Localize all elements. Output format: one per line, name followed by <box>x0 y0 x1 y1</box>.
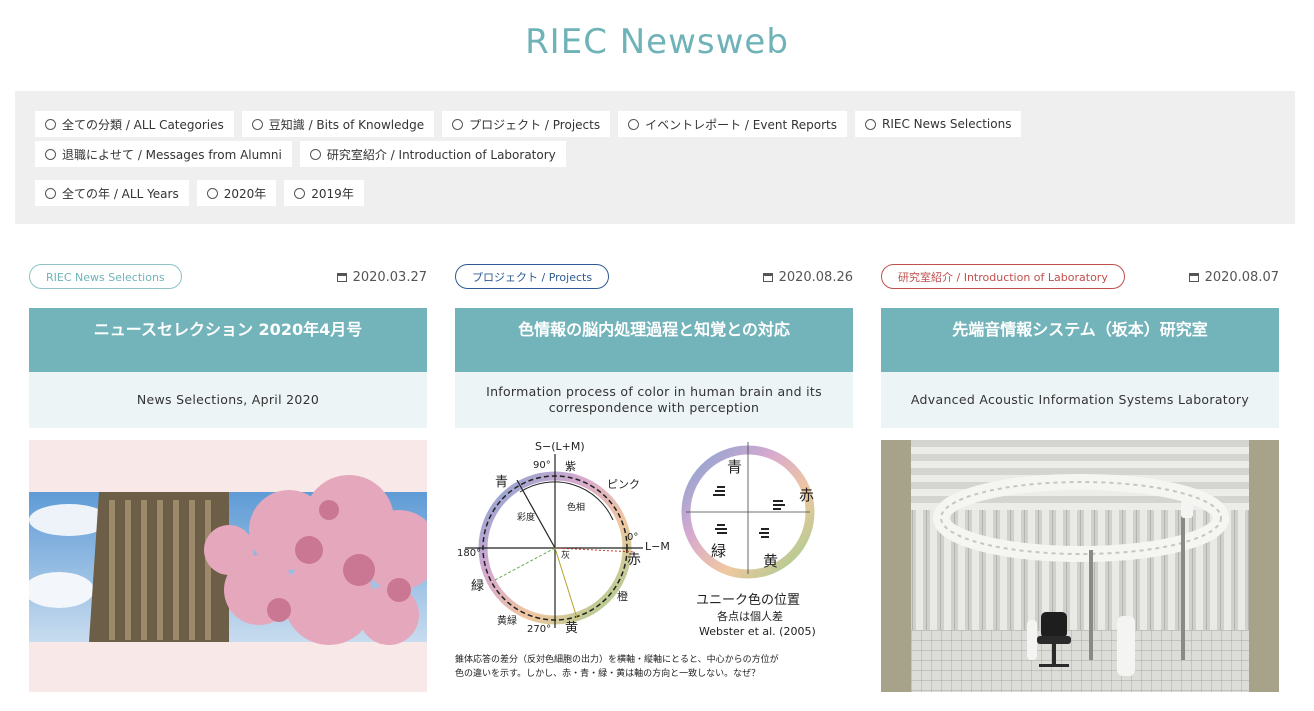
card-meta: プロジェクト / Projects 2020.08.26 <box>455 264 853 291</box>
card-title-ja[interactable]: 色情報の脳内処理過程と知覚との対応 <box>455 308 853 372</box>
post-date: 2020.08.26 <box>762 270 853 285</box>
unique-color-subtitle: 各点は個人差 <box>717 609 783 623</box>
card-title-ja[interactable]: ニュースセレクション 2020年4月号 <box>29 308 427 372</box>
angle-270-label: 270° <box>527 624 551 635</box>
blue-label: 青 <box>495 475 508 490</box>
unique-green-label: 緑 <box>711 542 726 560</box>
card-title-ja[interactable]: 先端音情報システム（坂本）研究室 <box>881 308 1279 372</box>
angle-180-label: 180° <box>457 548 481 559</box>
filter-riec-news-selections[interactable]: RIEC News Selections <box>855 111 1022 137</box>
yellow-label: 黄 <box>565 621 578 636</box>
cherry-blossom-building-photo <box>29 475 427 645</box>
radio-icon[interactable] <box>251 118 263 130</box>
gray-label: 灰 <box>561 549 570 561</box>
axis-top-label: S−(L+M) <box>535 440 585 453</box>
unique-color-title: ユニーク色の位置 <box>696 592 800 608</box>
radio-icon[interactable] <box>628 118 640 130</box>
category-tag[interactable]: プロジェクト / Projects <box>455 264 610 289</box>
card-thumbnail[interactable] <box>881 440 1279 692</box>
radio-icon[interactable] <box>206 187 218 199</box>
radio-icon[interactable] <box>294 187 306 199</box>
calendar-icon <box>762 273 773 282</box>
unique-red-label: 赤 <box>799 486 814 504</box>
radio-icon[interactable] <box>452 118 464 130</box>
radio-icon[interactable] <box>45 187 56 199</box>
site-title: RIEC Newsweb <box>525 22 789 62</box>
category-tag[interactable]: 研究室紹介 / Introduction of Laboratory <box>881 264 1125 289</box>
angle-90-label: 90° <box>533 460 551 471</box>
post-date: 2020.08.07 <box>1188 270 1279 285</box>
filter-introduction-of-laboratory[interactable]: 研究室紹介 / Introduction of Laboratory <box>299 141 566 167</box>
card-thumbnail[interactable]: S−(L+M) 90° 紫 ピンク 青 色相 彩度 0° L−M 赤 180° … <box>455 440 853 692</box>
unique-yellow-label: 黄 <box>763 552 778 570</box>
filter-all-years[interactable]: 全ての年 / ALL Years <box>35 180 189 206</box>
card-title-en[interactable]: Information process of color in human br… <box>455 372 853 428</box>
calendar-icon <box>1188 273 1199 282</box>
axis-right-label: L−M <box>645 540 670 553</box>
article-card[interactable]: プロジェクト / Projects 2020.08.26 色情報の脳内処理過程と… <box>455 264 853 694</box>
article-card[interactable]: 研究室紹介 / Introduction of Laboratory 2020.… <box>881 264 1279 694</box>
green-label: 緑 <box>471 579 484 594</box>
figure-caption-line-2: 色の違いを示す。しかし、赤・青・緑・黄は軸の方向と一致しない。なぜ？ <box>455 667 760 679</box>
filter-event-reports[interactable]: イベントレポート / Event Reports <box>618 111 847 137</box>
anechoic-chamber-photo <box>881 440 1279 692</box>
color-perception-diagram: S−(L+M) 90° 紫 ピンク 青 色相 彩度 0° L−M 赤 180° … <box>455 440 816 679</box>
filter-messages-from-alumni[interactable]: 退職によせて / Messages from Alumni <box>35 141 292 167</box>
radio-icon[interactable] <box>45 118 56 130</box>
radio-icon[interactable] <box>309 148 321 160</box>
card-title-en[interactable]: Advanced Acoustic Information Systems La… <box>881 372 1279 428</box>
yellow-green-label: 黄緑 <box>497 614 517 627</box>
category-filter-group: 全ての分類 / ALL Categories 豆知識 / Bits of Kno… <box>35 111 1285 167</box>
year-filter-group: 全ての年 / ALL Years 2020年 2019年 <box>35 180 372 206</box>
card-title-en[interactable]: News Selections, April 2020 <box>29 372 427 428</box>
card-meta: 研究室紹介 / Introduction of Laboratory 2020.… <box>881 264 1279 291</box>
article-card[interactable]: RIEC News Selections 2020.03.27 ニュースセレクシ… <box>29 264 427 694</box>
calendar-icon <box>336 273 347 282</box>
orange-label: 橙 <box>617 589 628 603</box>
citation: Webster et al. (2005) <box>699 625 816 638</box>
card-meta: RIEC News Selections 2020.03.27 <box>29 264 427 291</box>
pink-label: ピンク <box>607 478 640 491</box>
filter-projects[interactable]: プロジェクト / Projects <box>442 111 611 137</box>
category-tag[interactable]: RIEC News Selections <box>29 264 182 289</box>
filter-year-2020[interactable]: 2020年 <box>196 180 277 206</box>
hue-label: 色相 <box>567 501 585 513</box>
filter-all-categories[interactable]: 全ての分類 / ALL Categories <box>35 111 234 137</box>
figure-caption-line-1: 錐体応答の差分（反対色細胞の出力）を横軸・縦軸にとると、中心からの方位が <box>455 653 779 665</box>
card-thumbnail[interactable] <box>29 440 427 692</box>
saturation-label: 彩度 <box>517 511 535 523</box>
post-date: 2020.03.27 <box>336 270 427 285</box>
filter-bits-of-knowledge[interactable]: 豆知識 / Bits of Knowledge <box>241 111 435 137</box>
red-label: 赤 <box>627 552 641 568</box>
radio-icon[interactable] <box>865 118 876 130</box>
radio-icon[interactable] <box>45 148 56 160</box>
purple-label: 紫 <box>565 460 576 473</box>
angle-0-label: 0° <box>627 532 638 543</box>
unique-blue-label: 青 <box>727 458 742 476</box>
filter-panel: 全ての分類 / ALL Categories 豆知識 / Bits of Kno… <box>15 91 1295 224</box>
filter-year-2019[interactable]: 2019年 <box>284 180 364 206</box>
